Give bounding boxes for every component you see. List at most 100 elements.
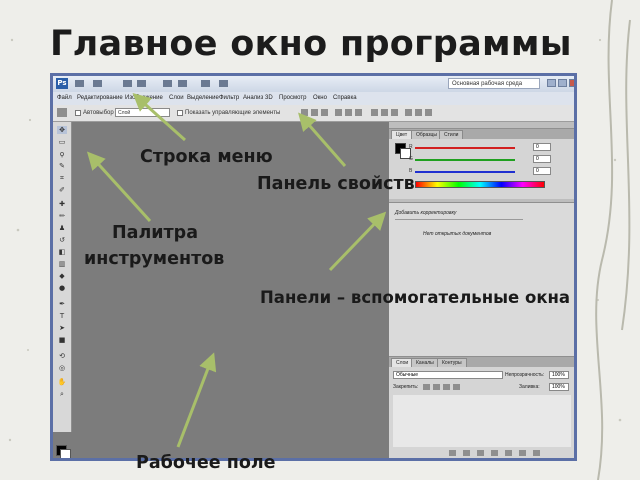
slider-b-value[interactable]: 0 [533, 167, 551, 175]
auto-select-target-select[interactable]: Слой [115, 108, 170, 117]
slider-b-track[interactable] [415, 171, 515, 173]
align-right-icon[interactable] [355, 109, 362, 116]
slider-r[interactable]: R 0 [409, 143, 551, 151]
distribute-hcenter-icon[interactable] [415, 109, 422, 116]
close-button[interactable] [569, 79, 574, 87]
zoom-tool-icon[interactable]: ⌕ [57, 390, 67, 398]
workspace-select[interactable]: Основная рабочая среда [448, 78, 540, 89]
application-bar: Ps Основная рабочая среда [53, 76, 574, 93]
auto-select-checkbox[interactable] [75, 110, 81, 116]
link-layers-icon[interactable] [449, 450, 456, 456]
new-group-icon[interactable] [505, 450, 512, 456]
delete-layer-icon[interactable] [533, 450, 540, 456]
clone-stamp-tool-icon[interactable]: ♟ [57, 224, 67, 232]
layer-mask-icon[interactable] [477, 450, 484, 456]
distribute-vcenter-icon[interactable] [381, 109, 388, 116]
lock-position-icon[interactable] [443, 384, 450, 390]
label-options-bar: Панель свойств [257, 174, 415, 194]
menu-item-3d[interactable]: 3D [265, 95, 273, 101]
align-hcenter-icon[interactable] [345, 109, 352, 116]
label-menu-bar: Строка меню [140, 147, 273, 167]
lock-all-icon[interactable] [453, 384, 460, 390]
shape-tool-icon[interactable]: ■ [57, 336, 67, 344]
menu-item-filter[interactable]: Фильтр [219, 95, 239, 101]
move-tool-preset-icon[interactable] [57, 108, 67, 117]
zoom-level-icon[interactable] [178, 80, 187, 87]
blur-tool-icon[interactable]: ◆ [57, 272, 67, 280]
distribute-bottom-icon[interactable] [391, 109, 398, 116]
eyedropper-tool-icon[interactable]: ✐ [57, 186, 67, 194]
tab-channels[interactable]: Каналы [411, 358, 439, 367]
menu-item-view[interactable]: Просмотр [279, 95, 306, 101]
bridge-icon[interactable] [75, 80, 84, 87]
slider-r-track[interactable] [415, 147, 515, 149]
crop-tool-icon[interactable]: ⌗ [57, 174, 67, 182]
background-color-swatch[interactable] [60, 449, 71, 458]
distribute-right-icon[interactable] [425, 109, 432, 116]
align-bottom-icon[interactable] [321, 109, 328, 116]
rotate-view-icon[interactable] [163, 80, 172, 87]
layers-list[interactable] [393, 395, 571, 447]
zoom-tool-icon[interactable] [137, 80, 146, 87]
slider-g-value[interactable]: 0 [533, 155, 551, 163]
new-layer-icon[interactable] [519, 450, 526, 456]
pen-tool-icon[interactable]: ✒ [57, 300, 67, 308]
adjustment-layer-icon[interactable] [491, 450, 498, 456]
menu-item-analysis[interactable]: Анализ [243, 95, 263, 101]
dodge-tool-icon[interactable]: ● [57, 284, 67, 292]
blend-mode-select[interactable]: Обычные [393, 371, 503, 379]
menu-item-help[interactable]: Справка [333, 95, 357, 101]
tab-swatches[interactable]: Образцы [411, 130, 443, 139]
hand-tool-icon[interactable]: ✋ [57, 378, 67, 386]
distribute-left-icon[interactable] [405, 109, 412, 116]
align-top-icon[interactable] [301, 109, 308, 116]
tab-color[interactable]: Цвет [391, 130, 413, 139]
opacity-input[interactable]: 100% [549, 371, 569, 379]
menu-item-edit[interactable]: Редактирование [77, 95, 123, 101]
fill-label: Заливка: [519, 384, 540, 390]
menu-item-layers[interactable]: Слои [169, 95, 184, 101]
show-transform-checkbox[interactable] [177, 110, 183, 116]
move-tool-icon[interactable]: ✥ [57, 126, 67, 134]
lock-pixels-icon[interactable] [433, 384, 440, 390]
minimize-button[interactable] [547, 79, 556, 87]
menu-item-file[interactable]: Файл [57, 95, 72, 101]
color-spectrum-bar[interactable] [415, 181, 545, 188]
gradient-tool-icon[interactable]: ▥ [57, 260, 67, 268]
menu-item-select[interactable]: Выделение [187, 95, 219, 101]
path-select-tool-icon[interactable]: ➤ [57, 324, 67, 332]
slider-b[interactable]: B 0 [409, 167, 551, 175]
tab-styles[interactable]: Стили [439, 130, 464, 139]
healing-brush-tool-icon[interactable]: ✚ [57, 200, 67, 208]
screen-layout-icon[interactable] [219, 80, 228, 87]
arrange-documents-icon[interactable] [201, 80, 210, 87]
photoshop-logo-icon: Ps [56, 78, 68, 89]
hand-tool-icon[interactable] [123, 80, 132, 87]
3d-rotate-tool-icon[interactable]: ⟲ [57, 352, 67, 360]
menu-item-image[interactable]: Изображение [125, 95, 163, 101]
tab-layers[interactable]: Слои [391, 358, 414, 367]
marquee-tool-icon[interactable]: ▭ [57, 138, 67, 146]
history-brush-tool-icon[interactable]: ↺ [57, 236, 67, 244]
eraser-tool-icon[interactable]: ◧ [57, 248, 67, 256]
slider-g[interactable]: G 0 [409, 155, 551, 163]
brush-tool-icon[interactable]: ✏ [57, 212, 67, 220]
maximize-button[interactable] [558, 79, 567, 87]
quick-select-tool-icon[interactable]: ✎ [57, 162, 67, 170]
slider-r-value[interactable]: 0 [533, 143, 551, 151]
3d-camera-tool-icon[interactable]: ◎ [57, 364, 67, 372]
tab-paths[interactable]: Контуры [437, 358, 467, 367]
layer-style-icon[interactable] [463, 450, 470, 456]
menu-item-window[interactable]: Окно [313, 95, 327, 101]
align-vcenter-icon[interactable] [311, 109, 318, 116]
fill-input[interactable]: 100% [549, 383, 569, 391]
auto-select-label: Автовыбор [83, 110, 114, 116]
lock-label: Закрепить: [393, 384, 419, 390]
lock-transparency-icon[interactable] [423, 384, 430, 390]
type-tool-icon[interactable]: T [57, 312, 67, 320]
lasso-tool-icon[interactable]: ϙ [57, 150, 67, 158]
slider-g-track[interactable] [415, 159, 515, 161]
distribute-top-icon[interactable] [371, 109, 378, 116]
align-left-icon[interactable] [335, 109, 342, 116]
screen-mode-icon[interactable] [93, 80, 102, 87]
